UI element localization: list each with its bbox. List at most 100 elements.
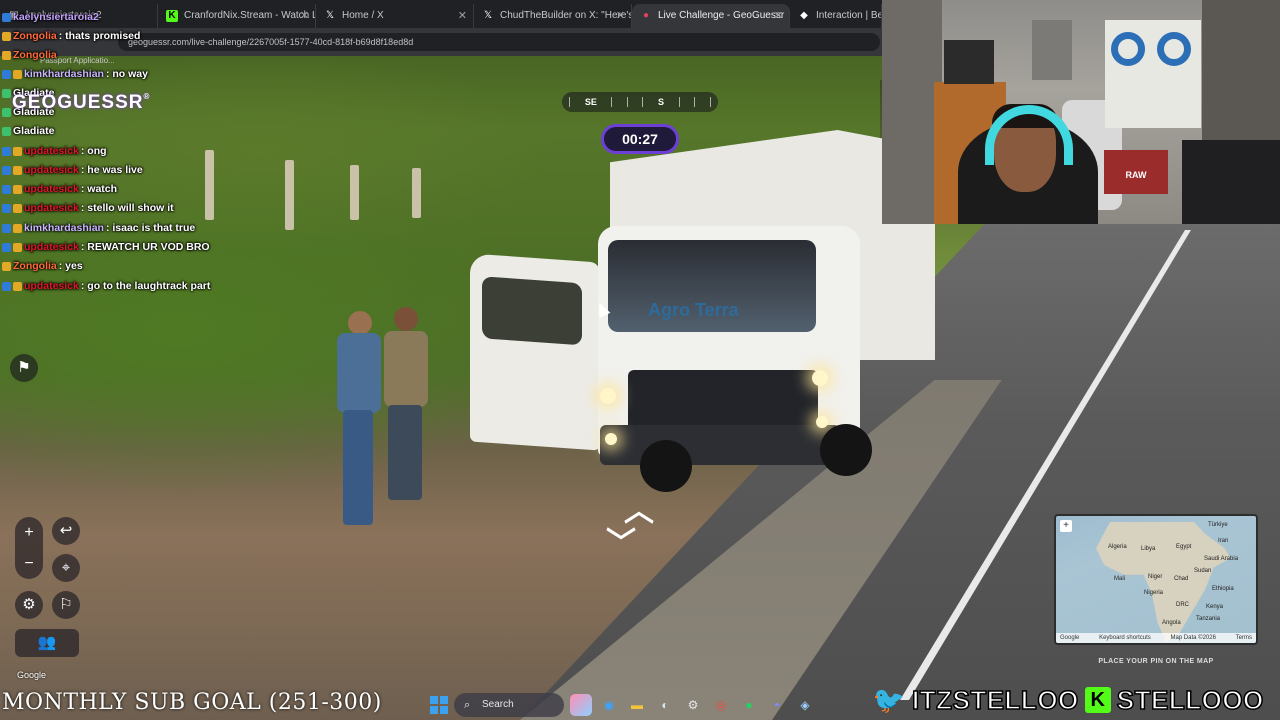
- close-icon[interactable]: ✕: [458, 4, 467, 28]
- map-country-label: Egypt: [1176, 544, 1192, 550]
- person: [380, 305, 432, 505]
- truck-wheel: [640, 440, 692, 492]
- app-icon[interactable]: ◈: [794, 694, 816, 716]
- chat-username[interactable]: updatesick: [24, 280, 79, 292]
- minimap-footer: Google Keyboard shortcuts Map Data ©2026…: [1056, 633, 1256, 643]
- fence-post: [412, 168, 421, 218]
- chat-username[interactable]: Zongolia: [13, 260, 57, 272]
- app-icon[interactable]: ⚙: [682, 694, 704, 716]
- close-icon[interactable]: ✕: [300, 4, 309, 28]
- terms-link[interactable]: Terms: [1236, 633, 1252, 643]
- map-data-label: Map Data ©2026: [1170, 635, 1216, 641]
- chat-text: go to the laughtrack part: [87, 280, 211, 292]
- chat-username[interactable]: Zongolia: [13, 49, 57, 61]
- player-list-button[interactable]: 👥: [15, 629, 79, 657]
- truck-wheel: [820, 424, 872, 476]
- widget-icon[interactable]: [570, 694, 592, 716]
- chat-badge-icon: [2, 223, 11, 233]
- chat-username[interactable]: Zongolia: [13, 30, 57, 42]
- chat-message: kimkhardashian: no way: [2, 65, 148, 83]
- minimap-expand-button[interactable]: +: [1060, 520, 1072, 532]
- close-icon[interactable]: ✕: [774, 4, 783, 28]
- chat-text: no way: [112, 68, 148, 80]
- x-icon: 𝕏: [325, 10, 335, 21]
- chat-username[interactable]: updatesick: [24, 202, 79, 214]
- chat-badge-icon: [13, 242, 22, 252]
- undo-move-button[interactable]: ↩: [52, 517, 80, 545]
- pin-icon: ●: [642, 10, 650, 21]
- raw-sign: RAW: [1125, 170, 1147, 180]
- chat-username[interactable]: updatesick: [24, 145, 79, 157]
- chrome-icon[interactable]: ◎: [710, 694, 732, 716]
- return-to-start-button[interactable]: ⌖: [52, 554, 80, 582]
- chat-badge-icon: [2, 50, 11, 60]
- chat-badge-icon: [2, 107, 11, 117]
- fog-light: [816, 416, 828, 428]
- spotify-icon[interactable]: ●: [738, 694, 760, 716]
- chat-username[interactable]: kimkhardashian: [24, 68, 104, 80]
- search-icon: ⌕: [464, 699, 471, 711]
- chat-message: updatesick: REWATCH UR VOD BRO: [2, 238, 210, 256]
- chat-message: kaelynsiertaroia2: [2, 8, 101, 26]
- windows-taskbar: ⌕ Search ◉ ▬ ◐ ⚙ ◎ ● ◓ ◈: [430, 690, 850, 720]
- chat-message: updatesick: watch: [2, 180, 117, 198]
- truck-logo: Agro Terra: [648, 300, 739, 320]
- map-country-label: Nigeria: [1144, 590, 1164, 596]
- chat-username[interactable]: kaelynsiertaroia2: [13, 11, 99, 23]
- chat-message: updatesick: he was live: [2, 161, 143, 179]
- map-country-label: Libya: [1141, 546, 1156, 552]
- keyboard-shortcuts-link[interactable]: Keyboard shortcuts: [1099, 633, 1151, 643]
- chat-username[interactable]: updatesick: [24, 164, 79, 176]
- move-back-arrow[interactable]: ﹀: [606, 518, 636, 562]
- settings-gear-icon[interactable]: ⚙: [15, 591, 43, 619]
- browser-tab[interactable]: 𝕏 ChudTheBuilder on X: "Here's..." ✕: [474, 4, 632, 28]
- map-country-label: Mali: [1114, 576, 1126, 582]
- browser-tab[interactable]: ◆ Interaction | Beth: [790, 4, 882, 28]
- edge-icon[interactable]: ◉: [598, 694, 620, 716]
- chat-username[interactable]: Gladiate: [13, 125, 54, 137]
- chat-badge-icon: [2, 165, 11, 175]
- x-icon: 𝕏: [483, 10, 493, 21]
- kick-handle: STELLOOO: [1116, 684, 1264, 716]
- browser-tab-active[interactable]: ● Live Challenge - GeoGuessr ✕: [632, 4, 790, 28]
- person: [335, 305, 385, 530]
- chat-badge-icon: [2, 88, 11, 98]
- chat-username[interactable]: kimkhardashian: [24, 222, 104, 234]
- file-explorer-icon[interactable]: ▬: [626, 694, 648, 716]
- map-country-label: Angola: [1162, 620, 1181, 626]
- discord-icon[interactable]: ◓: [766, 694, 788, 716]
- headlight: [812, 370, 828, 386]
- chat-badge-icon: [2, 261, 11, 271]
- fence-post: [285, 160, 294, 230]
- browser-tab[interactable]: K CranfordNix.Stream - Watch Li... ✕: [158, 4, 316, 28]
- zoom-out-button[interactable]: −: [15, 548, 43, 579]
- map-country-label: Chad: [1174, 576, 1189, 582]
- guess-minimap[interactable]: + Türkiye Iran Algeria Libya Egypt Saudi Arab…: [1054, 514, 1258, 645]
- chat-username[interactable]: updatesick: [24, 241, 79, 253]
- flag-icon[interactable]: ⚐: [52, 591, 80, 619]
- chat-text: yes: [65, 260, 83, 272]
- chat-badge-icon: [13, 203, 22, 213]
- windows-start-icon[interactable]: [430, 696, 448, 714]
- chat-text: REWATCH UR VOD BRO: [87, 241, 210, 253]
- browser-tab[interactable]: 𝕏 Home / X ✕: [316, 4, 474, 28]
- bed-cover: [1182, 140, 1280, 224]
- fog-light: [605, 433, 617, 445]
- social-handles: 🐦 ITZSTELLOO K STELLOOO: [872, 680, 1264, 720]
- map-country-label: Tanzania: [1196, 616, 1221, 622]
- close-icon[interactable]: ✕: [616, 4, 625, 28]
- report-flag-icon[interactable]: ⚑: [10, 354, 38, 382]
- url-field[interactable]: geoguessr.com/live-challenge/2267005f-15…: [118, 33, 880, 51]
- steam-icon[interactable]: ◐: [654, 694, 676, 716]
- chat-message: updatesick: stello will show it: [2, 199, 174, 217]
- compass-label: S: [658, 97, 665, 107]
- chat-message: Zongolia: thats promised: [2, 27, 140, 45]
- chat-badge-icon: [13, 165, 22, 175]
- taskbar-search[interactable]: ⌕ Search: [454, 693, 564, 717]
- chat-message: updatesick: go to the laughtrack part: [2, 277, 210, 295]
- chat-username[interactable]: updatesick: [24, 183, 79, 195]
- map-country-label: Niger: [1148, 574, 1163, 580]
- chat-badge-icon: [2, 31, 11, 41]
- zoom-in-button[interactable]: +: [15, 517, 43, 548]
- chat-badge-icon: [2, 126, 11, 136]
